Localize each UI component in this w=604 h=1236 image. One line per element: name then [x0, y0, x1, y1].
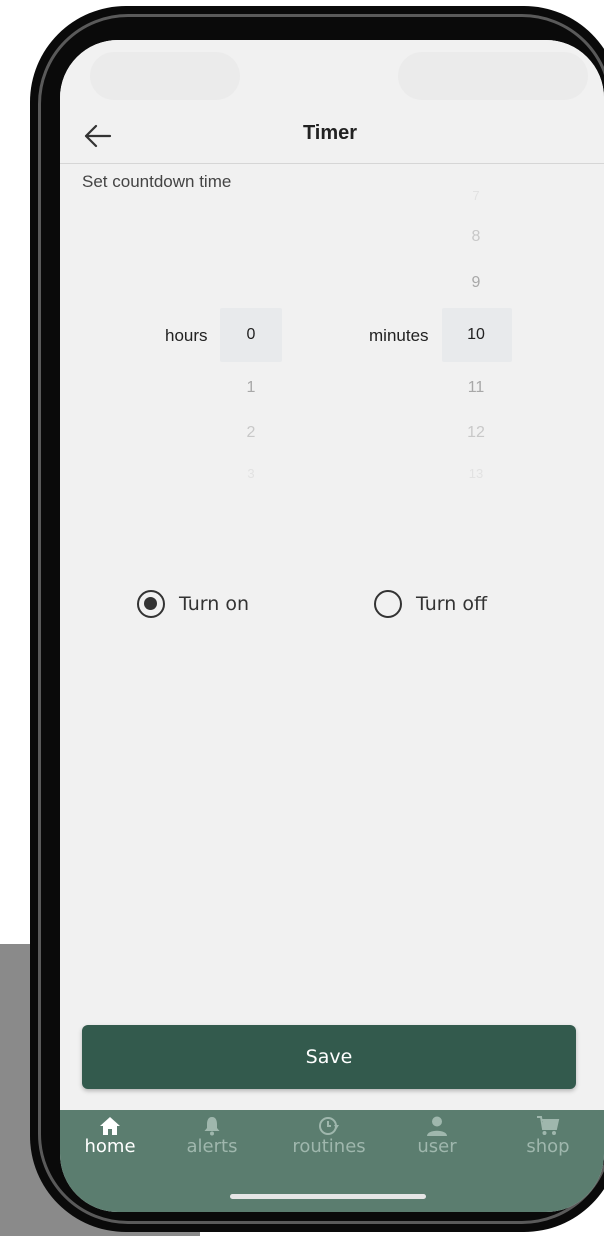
- minutes-option[interactable]: 11: [456, 379, 496, 397]
- tab-user[interactable]: user: [392, 1116, 482, 1157]
- minutes-option[interactable]: 7: [456, 188, 496, 203]
- tab-shop[interactable]: shop: [503, 1116, 593, 1157]
- home-indicator: [230, 1194, 426, 1199]
- page-title: Timer: [302, 122, 358, 144]
- turn-off-radio[interactable]: [374, 590, 402, 618]
- tab-user-label: user: [417, 1136, 457, 1157]
- tab-routines[interactable]: routines: [284, 1116, 374, 1157]
- phone-screen: Timer Set countdown time hours 0 1 2 3 m…: [60, 40, 604, 1212]
- status-blur-right: [398, 52, 588, 100]
- home-icon: [100, 1117, 120, 1135]
- turn-on-label: Turn on: [179, 593, 249, 615]
- tab-alerts[interactable]: alerts: [167, 1116, 257, 1157]
- bell-icon: [204, 1117, 220, 1136]
- tab-alerts-label: alerts: [186, 1136, 238, 1157]
- turn-off-option[interactable]: Turn off: [374, 590, 487, 618]
- hours-option[interactable]: 1: [231, 379, 271, 397]
- minutes-value[interactable]: 10: [456, 326, 496, 344]
- minutes-label: minutes: [369, 326, 429, 345]
- status-blur-left: [90, 52, 240, 100]
- tab-home[interactable]: home: [65, 1116, 155, 1157]
- minutes-option[interactable]: 8: [456, 228, 496, 246]
- minutes-option[interactable]: 13: [456, 466, 496, 481]
- tab-home-label: home: [84, 1136, 136, 1157]
- turn-off-label: Turn off: [416, 593, 488, 615]
- stage: Timer Set countdown time hours 0 1 2 3 m…: [0, 0, 604, 1236]
- clock-icon: [319, 1117, 339, 1135]
- hours-value[interactable]: 0: [231, 326, 271, 344]
- turn-on-radio[interactable]: [137, 590, 165, 618]
- status-bar: [60, 40, 604, 110]
- user-icon: [427, 1116, 447, 1136]
- cart-icon: [537, 1116, 560, 1135]
- tab-routines-label: routines: [292, 1136, 366, 1157]
- tab-shop-label: shop: [526, 1136, 570, 1157]
- save-button[interactable]: Save: [82, 1025, 576, 1089]
- subtitle: Set countdown time: [82, 172, 232, 191]
- minutes-option[interactable]: 12: [456, 424, 496, 442]
- hours-option[interactable]: 2: [231, 424, 271, 442]
- header: Timer: [60, 110, 604, 164]
- hours-option[interactable]: 3: [231, 466, 271, 481]
- minutes-option[interactable]: 9: [456, 274, 496, 292]
- hours-label: hours: [165, 326, 208, 345]
- turn-on-option[interactable]: Turn on: [137, 590, 249, 618]
